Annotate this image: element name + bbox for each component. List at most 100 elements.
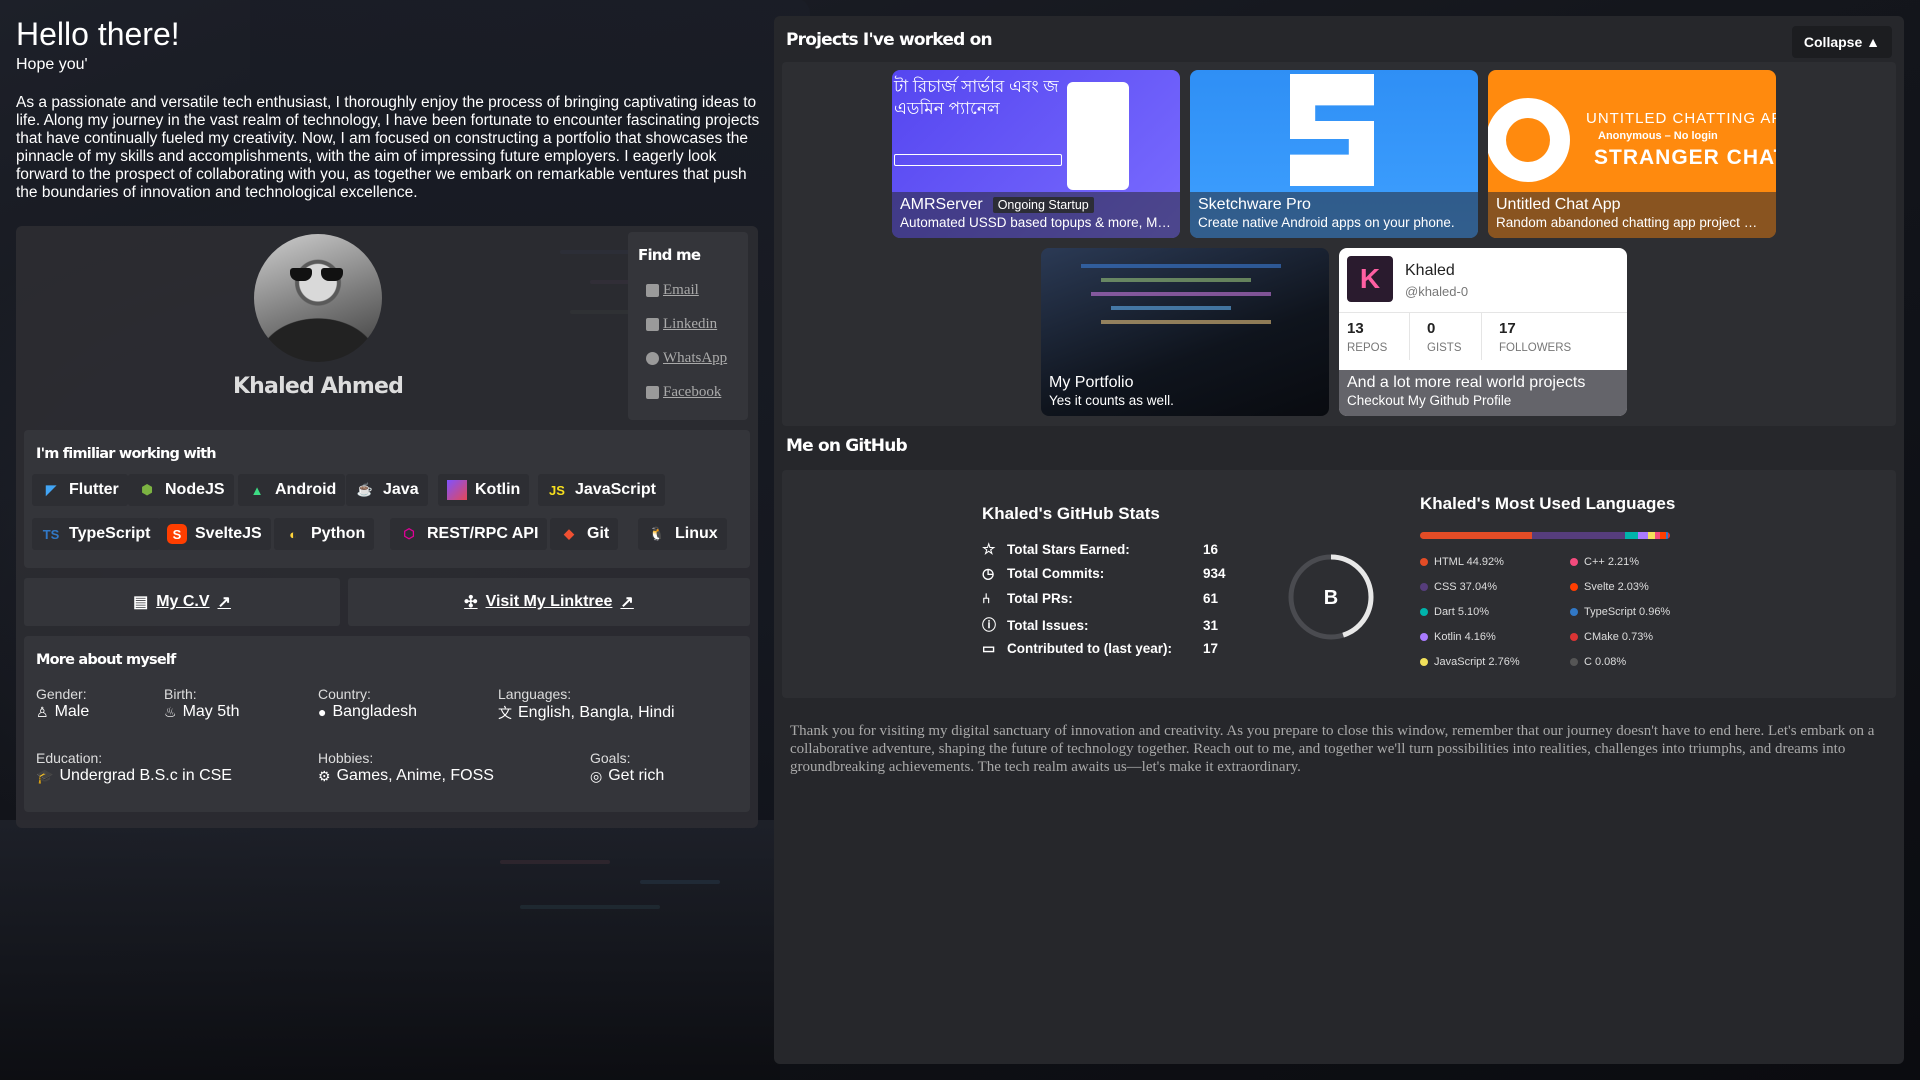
language-label: Svelte 2.03% <box>1584 581 1649 593</box>
translate-icon: 文 <box>498 705 512 721</box>
history-icon: ◷ <box>982 565 995 581</box>
phone-mockup <box>1067 82 1129 190</box>
field-value: English, Bangla, Hindi <box>518 704 675 721</box>
project-title: AMRServer <box>900 196 983 213</box>
project-card-sketchware[interactable]: Sketchware Pro Create native Android app… <box>1190 70 1478 238</box>
target-icon: ◎ <box>590 767 603 784</box>
language-item: Kotlin 4.16% <box>1420 631 1496 643</box>
rank-ring: B <box>1288 554 1374 640</box>
field-value: Male <box>54 703 90 720</box>
stat-label: Contributed to (last year): <box>1007 641 1173 656</box>
facebook-link[interactable]: Facebook <box>646 384 721 401</box>
subtitle: Hope you' <box>16 56 88 73</box>
skills-card: I'm fimiliar working with ◤ Flutter ⬢ Node… <box>24 430 750 568</box>
project-card-portfolio[interactable]: My Portfolio Yes it counts as well. <box>1041 248 1329 416</box>
project-thumb-text: টা রিচার্জ সার্ভার এবং জ এডমিন প্যানেল <box>894 77 1059 118</box>
language-item: Dart 5.10% <box>1420 606 1489 618</box>
project-title: Sketchware Pro <box>1198 196 1311 213</box>
github-repos-label: REPOS <box>1347 342 1388 354</box>
github-stats-area: Khaled's GitHub Stats ☆ Total Stars Earn… <box>782 470 1896 698</box>
skill-chip: JS JavaScript <box>538 474 665 506</box>
find-me-title: Find me <box>638 246 701 264</box>
project-thumb-text: UNTITLED CHATTING API <box>1586 110 1776 127</box>
language-color-dot <box>1570 658 1578 666</box>
stat-row: ◷ Total Commits: 934 <box>982 565 1226 582</box>
github-followers-label: FOLLOWERS <box>1499 342 1572 354</box>
cv-button-label: My C.V <box>156 593 210 610</box>
stat-row: ▭ Contributed to (last year): 17 <box>982 640 1218 657</box>
skill-label: REST/RPC API <box>427 525 539 542</box>
language-item: Svelte 2.03% <box>1570 581 1649 593</box>
project-desc: Automated USSD based topups & more, M… <box>900 215 1171 230</box>
field-label: Hobbies: <box>318 750 374 766</box>
skill-label: Kotlin <box>475 481 521 498</box>
skill-chip: ⬡ REST/RPC API <box>390 518 548 550</box>
linkedin-link[interactable]: Linkedin <box>646 316 717 333</box>
steam-icon: ⚙ <box>318 767 331 784</box>
thumb-button-shape <box>894 154 1062 166</box>
stat-label: Total Commits: <box>1007 566 1105 581</box>
field-value: Games, Anime, FOSS <box>336 767 494 784</box>
field-label: Gender: <box>36 686 87 702</box>
language-color-dot <box>1420 558 1428 566</box>
country-field: Country: ● Bangladesh <box>318 686 417 721</box>
profile-name: Khaled Ahmed <box>232 374 404 399</box>
skill-label: Java <box>383 481 419 498</box>
project-card-amrserver[interactable]: টা রিচার্জ সার্ভার এবং জ এডমিন প্যানেল A… <box>892 70 1180 238</box>
github-followers-count: 17 <box>1499 320 1516 337</box>
skill-chip: 🐧 Linux <box>638 518 727 550</box>
email-link[interactable]: Email <box>646 282 699 299</box>
graphql-icon: ⬡ <box>403 526 415 541</box>
linktree-icon: ✣ <box>464 594 478 611</box>
languages-field: Languages: 文 English, Bangla, Hindi <box>498 686 675 723</box>
project-desc: Random abandoned chatting app project m… <box>1496 215 1768 230</box>
project-thumb-bigtext: STRANGER CHAT <box>1594 146 1776 169</box>
chat-bubble-icon <box>1488 98 1570 182</box>
field-value: Undergrad B.S.c in CSE <box>59 767 232 784</box>
language-color-dot <box>1420 658 1428 666</box>
github-title: Me on GitHub <box>786 436 908 456</box>
person-icon: ♙ <box>36 703 49 720</box>
github-gists-count: 0 <box>1427 320 1436 337</box>
linktree-button[interactable]: ✣ Visit My Linktree ↗ <box>348 578 750 626</box>
kotlin-icon: K <box>447 480 467 500</box>
language-item: JavaScript 2.76% <box>1420 656 1520 668</box>
java-icon: ☕ <box>356 482 374 497</box>
project-card-chat[interactable]: UNTITLED CHATTING API Anonymous – No log… <box>1488 70 1776 238</box>
language-label: Kotlin 4.16% <box>1434 631 1496 643</box>
whatsapp-link[interactable]: WhatsApp <box>646 350 727 367</box>
github-handle: @khaled-0 <box>1405 284 1469 299</box>
linkedin-link-label: Linkedin <box>663 316 718 332</box>
external-link-icon: ↗ <box>217 594 231 611</box>
gender-field: Gender: ♙ Male <box>36 686 89 721</box>
language-bar-segment <box>1532 532 1625 539</box>
stat-value: 934 <box>1203 566 1226 581</box>
skill-label: SvelteJS <box>195 525 262 542</box>
profile-panel: Khaled Ahmed Find me Email Linkedin What… <box>16 226 758 828</box>
skill-label: JavaScript <box>575 481 656 498</box>
hero: Hello there! Hope you' As a passionate a… <box>16 16 761 202</box>
cake-icon: ♨ <box>164 703 177 720</box>
github-gists-label: GISTS <box>1427 342 1462 354</box>
project-caption: Untitled Chat App Random abandoned chatt… <box>1488 192 1776 238</box>
skill-label: Android <box>275 481 337 498</box>
skill-chip: ◤ Flutter <box>32 474 128 506</box>
skills-title: I'm fimiliar working with <box>36 446 217 462</box>
skill-label: TypeScript <box>69 525 151 542</box>
project-title: And a lot more real world projects <box>1347 374 1586 391</box>
linkedin-icon <box>646 318 659 331</box>
language-color-dot <box>1570 608 1578 616</box>
hobbies-field: Hobbies: ⚙ Games, Anime, FOSS <box>318 750 494 785</box>
collapse-button[interactable]: Collapse ▲ <box>1791 26 1892 58</box>
cv-button[interactable]: ▤ My C.V ↗ <box>24 578 340 626</box>
typescript-icon: TS <box>42 526 60 542</box>
project-thumb-subtext: Anonymous – No login <box>1598 130 1718 142</box>
issue-icon: ⓘ <box>982 617 996 633</box>
project-card-github[interactable]: K Khaled @khaled-0 13 REPOS 0 GISTS 17 F… <box>1339 248 1627 416</box>
skill-label: Python <box>311 525 366 542</box>
star-icon: ☆ <box>982 541 996 558</box>
project-desc: Create native Android apps on your phone… <box>1198 215 1455 230</box>
project-desc: Yes it counts as well. <box>1049 393 1174 408</box>
skill-label: Git <box>587 525 610 542</box>
language-label: JavaScript 2.76% <box>1434 656 1520 668</box>
